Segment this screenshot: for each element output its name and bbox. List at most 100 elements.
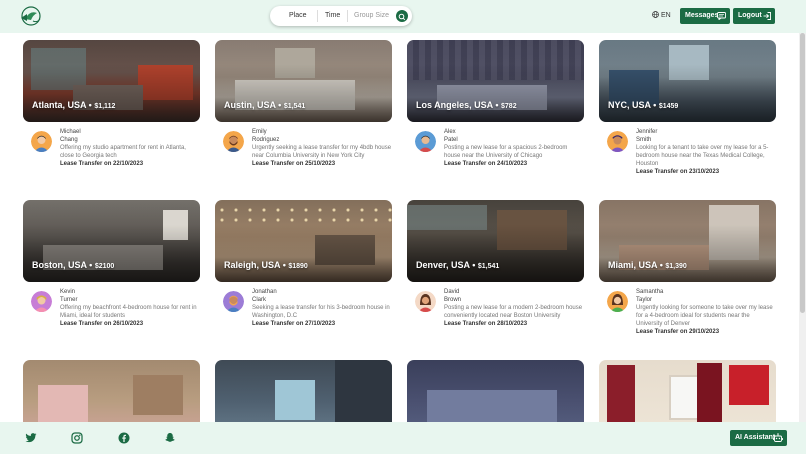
- logout-button[interactable]: Logout: [733, 8, 775, 24]
- listing-city: Raleigh, USA: [224, 260, 281, 270]
- listing-photo[interactable]: NYC, USA • $1459: [599, 40, 776, 122]
- listing-price: $1,390: [665, 263, 687, 270]
- avatar[interactable]: [415, 131, 436, 152]
- scrollbar-thumb[interactable]: [800, 33, 805, 313]
- listing-photo[interactable]: [599, 360, 776, 422]
- owner-first-name: Jonathan: [252, 289, 277, 295]
- avatar[interactable]: [607, 131, 628, 152]
- logout-label: Logout: [738, 12, 762, 19]
- owner-first-name: Alex: [444, 129, 456, 135]
- listing-photo[interactable]: Raleigh, USA • $1890: [215, 200, 392, 282]
- listing-caption: Atlanta, USA • $1,112: [32, 100, 116, 110]
- owner-first-name: Michael: [60, 129, 81, 135]
- listing-city: Atlanta, USA: [32, 100, 87, 110]
- listing-price: $1,541: [283, 103, 306, 110]
- language-selector[interactable]: EN: [652, 11, 671, 19]
- listing-description: Urgently seeking a lease transfer for my…: [252, 144, 392, 159]
- listing-photo[interactable]: Denver, USA • $1,541: [407, 200, 584, 282]
- owner-last-name: Rodriguez: [252, 136, 280, 143]
- listing-photo[interactable]: Miami, USA • $1,390: [599, 200, 776, 282]
- listing-price: $1,541: [477, 263, 500, 270]
- messages-button[interactable]: Messages: [680, 8, 730, 24]
- listing-price: $1890: [288, 263, 308, 270]
- listing-photo[interactable]: [407, 360, 584, 422]
- owner-first-name: Jennifer: [636, 129, 658, 135]
- lease-transfer-date: Lease Transfer on 22/10/2023: [60, 160, 144, 167]
- listing-price: $782: [501, 103, 517, 110]
- owner-first-name: Kevin: [60, 289, 76, 295]
- footer: AI Assistant: [0, 422, 806, 454]
- owner-last-name: Patel: [444, 136, 458, 143]
- lease-transfer-date: Lease Transfer on 27/10/2023: [252, 320, 336, 327]
- listing-caption: Raleigh, USA • $1890: [224, 260, 308, 270]
- listing-info: Alex Patel Posting a new lease for a spa…: [444, 129, 584, 169]
- listing-caption: Miami, USA • $1,390: [608, 260, 687, 270]
- listing-description: Posting a new lease for a modern 2-bedro…: [444, 304, 583, 319]
- listing-description: Offering my beachfront 4-bedroom house f…: [60, 304, 197, 319]
- search-bar: Place Time Group Size: [270, 6, 412, 26]
- listing-price: $1459: [658, 103, 679, 110]
- lease-transfer-date: Lease Transfer on 24/10/2023: [444, 160, 528, 167]
- owner-last-name: Clark: [252, 296, 267, 303]
- listing-info: Jonathan Clark Seeking a lease transfer …: [252, 289, 392, 329]
- message-icon: [717, 12, 726, 20]
- avatar[interactable]: [223, 131, 244, 152]
- listing-info: David Brown Posting a new lease for a mo…: [444, 289, 584, 329]
- listing-photo[interactable]: Boston, USA • $2100: [23, 200, 200, 282]
- listing-city: Denver, USA: [416, 260, 470, 270]
- owner-last-name: Taylor: [636, 296, 653, 303]
- owner-last-name: Chang: [60, 136, 78, 143]
- search-button[interactable]: [396, 10, 408, 22]
- listing-description: Urgently looking for someone to take ove…: [636, 304, 773, 327]
- robot-icon: [773, 433, 783, 442]
- ai-assistant-label: AI Assistant: [735, 434, 776, 441]
- lease-transfer-date: Lease Transfer on 26/10/2023: [60, 320, 144, 327]
- listing-photo[interactable]: Atlanta, USA • $1,112: [23, 40, 200, 122]
- listing-description: Seeking a lease transfer for his 3-bedro…: [252, 304, 390, 319]
- listing-caption: Los Angeles, USA • $782: [416, 100, 517, 110]
- messages-label: Messages: [685, 12, 719, 19]
- listing-city: Miami, USA: [608, 260, 658, 270]
- listing-info: Kevin Turner Offering my beachfront 4-be…: [60, 289, 200, 329]
- listing-photo[interactable]: Austin, USA • $1,541: [215, 40, 392, 122]
- avatar[interactable]: [31, 291, 52, 312]
- scrollbar[interactable]: [799, 33, 806, 422]
- listing-caption: NYC, USA • $1459: [608, 100, 679, 110]
- listing-price: $2100: [94, 263, 115, 270]
- owner-last-name: Turner: [60, 296, 78, 303]
- owner-last-name: Smith: [636, 136, 652, 143]
- listing-info: Jennifer Smith Looking for a tenant to t…: [636, 129, 776, 176]
- avatar[interactable]: [607, 291, 628, 312]
- owner-first-name: David: [444, 289, 460, 295]
- listing-caption: Denver, USA • $1,541: [416, 260, 500, 270]
- avatar[interactable]: [223, 291, 244, 312]
- ai-assistant-button[interactable]: AI Assistant: [730, 430, 787, 446]
- logo[interactable]: [16, 4, 44, 28]
- listing-photo[interactable]: [215, 360, 392, 422]
- listing-description: Posting a new lease for a spacious 2-bed…: [444, 144, 568, 159]
- lease-transfer-date: Lease Transfer on 28/10/2023: [444, 320, 528, 327]
- avatar[interactable]: [31, 131, 52, 152]
- snapchat-icon[interactable]: [164, 432, 176, 444]
- owner-first-name: Emily: [252, 129, 267, 135]
- owner-last-name: Brown: [444, 296, 462, 303]
- owner-first-name: Samantha: [636, 289, 664, 295]
- listing-caption: Austin, USA • $1,541: [224, 100, 306, 110]
- facebook-icon[interactable]: [118, 432, 130, 444]
- twitter-icon[interactable]: [25, 432, 37, 444]
- listing-info: Samantha Taylor Urgently looking for som…: [636, 289, 776, 336]
- listing-city: NYC, USA: [608, 100, 651, 110]
- avatar[interactable]: [415, 291, 436, 312]
- listing-photo[interactable]: Los Angeles, USA • $782: [407, 40, 584, 122]
- search-group-size[interactable]: Group Size: [354, 6, 389, 26]
- lease-transfer-date: Lease Transfer on 23/10/2023: [636, 168, 720, 175]
- listing-caption: Boston, USA • $2100: [32, 260, 115, 270]
- listing-description: Looking for a tenant to take over my lea…: [636, 144, 769, 167]
- instagram-icon[interactable]: [71, 432, 83, 444]
- search-place[interactable]: Place: [289, 6, 307, 26]
- search-time[interactable]: Time: [325, 6, 340, 26]
- lease-transfer-date: Lease Transfer on 29/10/2023: [636, 328, 720, 335]
- listing-description: Offering my studio apartment for rent in…: [60, 144, 186, 159]
- listing-photo[interactable]: [23, 360, 200, 422]
- language-label: EN: [660, 12, 671, 19]
